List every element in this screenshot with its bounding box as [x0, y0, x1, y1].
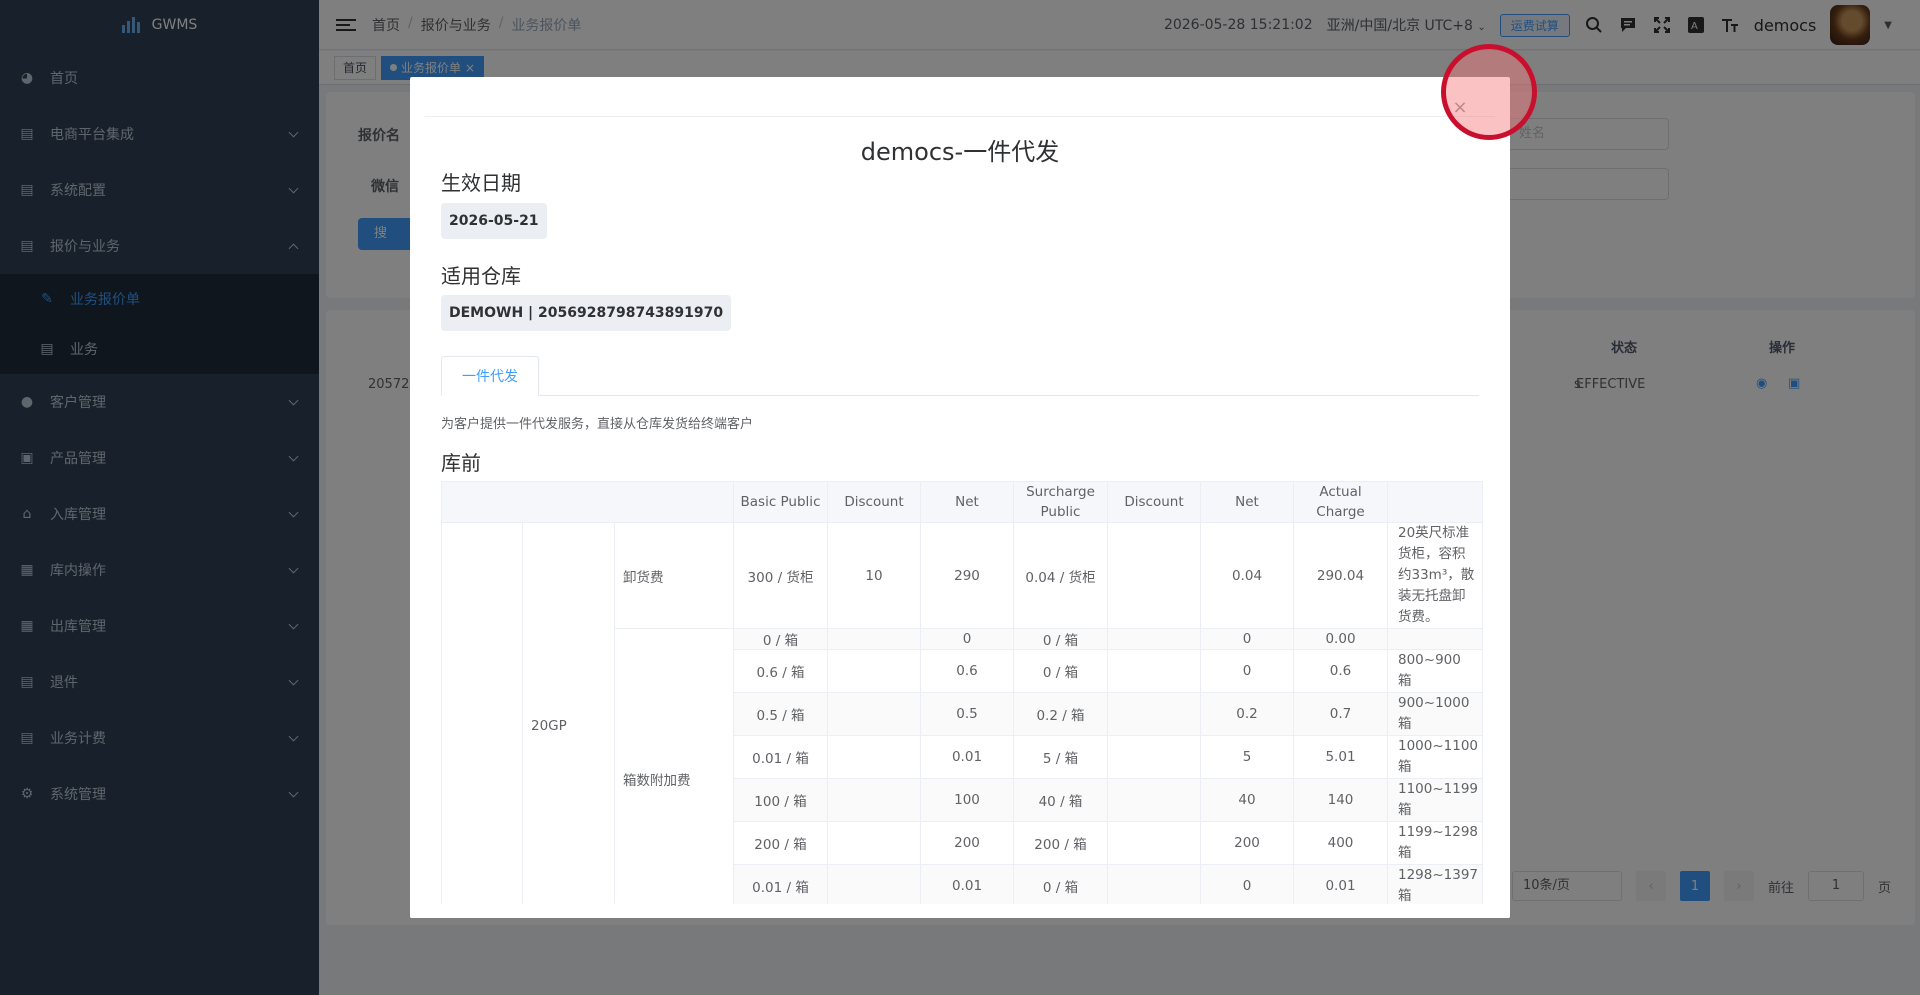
table-cell-actual: 0.00 — [1293, 628, 1388, 650]
table-cell-basic: 0.6 / 箱 — [733, 649, 828, 693]
effective-date-heading: 生效日期 — [441, 171, 521, 195]
table-cell-discount — [827, 649, 921, 693]
table-cell-surcharge: 0 / 箱 — [1013, 864, 1108, 908]
table-cell-surcharge: 0 / 箱 — [1013, 628, 1108, 650]
table-cell-actual: 0.6 — [1293, 649, 1388, 693]
dialog-footer-edge — [410, 904, 1510, 918]
header-blank — [441, 481, 734, 523]
table-cell-basic: 100 / 箱 — [733, 778, 828, 822]
close-button-highlight — [1441, 44, 1537, 140]
table-cell-s_discount — [1107, 864, 1201, 908]
header-actual-charge: Actual Charge — [1293, 481, 1388, 523]
table-cell-s_net: 200 — [1200, 821, 1294, 865]
pre-warehouse-heading: 库前 — [441, 451, 481, 475]
table-cell-s_net: 0 — [1200, 864, 1294, 908]
table-cell-s_net: 0.04 — [1200, 522, 1294, 629]
table-cell-remark: 1100~1199 箱 — [1386, 778, 1484, 822]
table-cell-s_net: 40 — [1200, 778, 1294, 822]
table-cell-s_discount — [1107, 821, 1201, 865]
quote-detail-dialog: × democs-一件代发 生效日期 2026-05-21 适用仓库 DEMOW… — [410, 77, 1510, 918]
table-cell-basic: 0.01 / 箱 — [733, 864, 828, 908]
header-remark — [1386, 481, 1484, 523]
service-description: 为客户提供一件代发服务，直接从仓库发货给终端客户 — [441, 417, 754, 432]
table-cell-surcharge: 5 / 箱 — [1013, 735, 1108, 779]
header-basic-public: Basic Public — [733, 481, 828, 523]
table-cell-remark: 1298~1397 箱 — [1386, 864, 1484, 908]
table-cell-surcharge: 40 / 箱 — [1013, 778, 1108, 822]
table-cell-actual: 140 — [1293, 778, 1388, 822]
table-cell-s_net: 0 — [1200, 649, 1294, 693]
header-net: Net — [920, 481, 1014, 523]
table-cell-remark: 20英尺标准货柜，容积约33m³，散装无托盘卸货费。 — [1386, 522, 1484, 629]
table-cell-actual: 290.04 — [1293, 522, 1388, 629]
table-cell-basic: 200 / 箱 — [733, 821, 828, 865]
table-cell-remark: 1000~1100 箱 — [1386, 735, 1484, 779]
price-table-header-row: Basic Public Discount Net Surcharge Publ… — [441, 481, 1484, 523]
table-cell-actual: 0.01 — [1293, 864, 1388, 908]
header-surcharge-discount: Discount — [1107, 481, 1201, 523]
table-cell-net: 200 — [920, 821, 1014, 865]
table-cell-basic: 0 / 箱 — [733, 628, 828, 650]
table-cell-s_net: 5 — [1200, 735, 1294, 779]
table-cell-s_discount — [1107, 778, 1201, 822]
table-cell-net: 0.6 — [920, 649, 1014, 693]
table-cell-discount — [827, 778, 921, 822]
table-cell-s_discount — [1107, 649, 1201, 693]
table-cell-remark: 1199~1298 箱 — [1386, 821, 1484, 865]
dialog-title: democs-一件代发 — [860, 138, 1060, 166]
table-cell-basic: 0.5 / 箱 — [733, 692, 828, 736]
container-type-cell: 20GP — [522, 522, 615, 918]
table-cell-remark — [1386, 628, 1484, 650]
table-cell-net: 0.5 — [920, 692, 1014, 736]
table-row: 20GP 卸货费 300 / 货柜 10 290 0.04 / 货柜 0.04 290.04 2… — [441, 522, 1484, 918]
table-cell-discount — [827, 735, 921, 779]
header-surcharge-public: Surcharge Public — [1013, 481, 1108, 523]
table-cell-s_net: 0.2 — [1200, 692, 1294, 736]
table-cell-net: 100 — [920, 778, 1014, 822]
warehouse-value: DEMOWH | 2056928798743891970 — [441, 295, 732, 331]
table-cell-actual: 0.7 — [1293, 692, 1388, 736]
table-cell-s_discount — [1107, 628, 1201, 650]
dialog-header — [425, 77, 1495, 117]
effective-date-value: 2026-05-21 — [441, 203, 547, 239]
table-cell-surcharge: 0.2 / 箱 — [1013, 692, 1108, 736]
table-cell-surcharge: 0.04 / 货柜 — [1013, 522, 1108, 629]
table-cell-blank — [441, 522, 523, 918]
table-cell-discount — [827, 692, 921, 736]
table-cell-basic: 300 / 货柜 — [733, 522, 828, 629]
fee-name-cell: 卸货费 — [614, 522, 734, 629]
table-cell-discount — [827, 864, 921, 908]
table-cell-remark: 800~900 箱 — [1386, 649, 1484, 693]
table-cell-s_net: 0 — [1200, 628, 1294, 650]
header-discount: Discount — [827, 481, 921, 523]
table-cell-net: 0 — [920, 628, 1014, 650]
table-cell-actual: 400 — [1293, 821, 1388, 865]
table-cell-basic: 0.01 / 箱 — [733, 735, 828, 779]
table-cell-surcharge: 0 / 箱 — [1013, 649, 1108, 693]
tab-dropshipping[interactable]: 一件代发 — [441, 356, 539, 396]
table-cell-s_discount — [1107, 735, 1201, 779]
header-surcharge-net: Net — [1200, 481, 1294, 523]
table-cell-net: 0.01 — [920, 735, 1014, 779]
service-tabs: 一件代发 — [441, 356, 1479, 396]
price-table: Basic Public Discount Net Surcharge Publ… — [441, 481, 1484, 918]
warehouse-heading: 适用仓库 — [441, 264, 521, 288]
table-cell-surcharge: 200 / 箱 — [1013, 821, 1108, 865]
table-cell-s_discount — [1107, 692, 1201, 736]
table-cell-remark: 900~1000 箱 — [1386, 692, 1484, 736]
table-cell-discount — [827, 628, 921, 650]
table-cell-net: 290 — [920, 522, 1014, 629]
fee-name-cell: 箱数附加费 — [614, 628, 734, 918]
table-cell-discount — [827, 821, 921, 865]
table-cell-discount: 10 — [827, 522, 921, 629]
table-cell-s_discount — [1107, 522, 1201, 629]
table-cell-actual: 5.01 — [1293, 735, 1388, 779]
table-cell-net: 0.01 — [920, 864, 1014, 908]
